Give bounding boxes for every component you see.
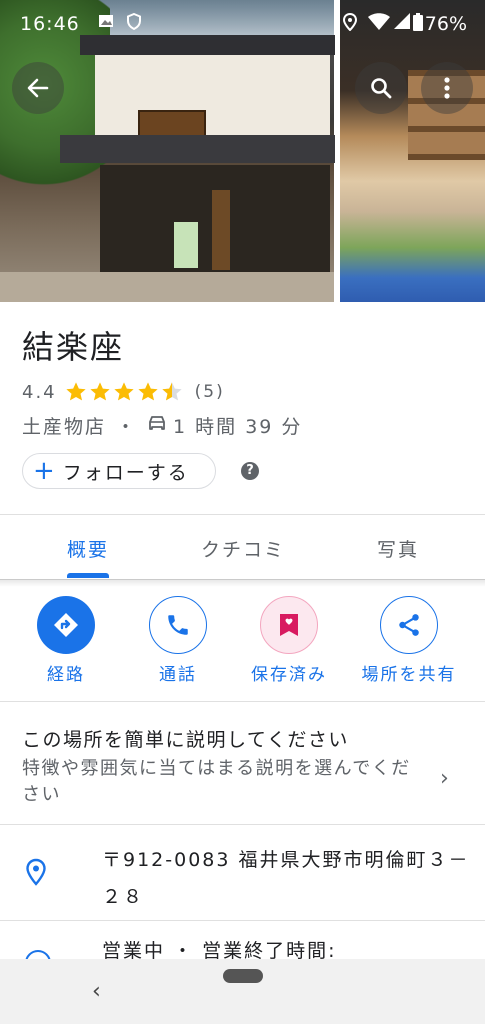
travel-time: 1 時間 39 分 [173,416,303,438]
divider [0,920,485,921]
description-subtitle: 特徴や雰囲気に当てはまる説明を選んでください [22,758,411,805]
rating-stars [65,381,185,403]
image-notification-icon [98,13,114,34]
search-icon [371,78,392,99]
share-label: 場所を共有 [361,665,457,685]
directions-icon [37,596,95,654]
location-pin-icon [26,858,46,886]
rating-value: 4.4 [22,381,57,403]
help-icon[interactable]: ? [241,462,259,480]
plus-icon: + [33,456,57,486]
star-half-icon [162,382,182,401]
nav-back-icon[interactable]: ‹ [92,979,101,1004]
description-title: この場所を簡単に説明してください [22,729,349,751]
arrow-left-icon [27,78,49,98]
star-icon [138,382,158,401]
more-vert-icon [444,77,450,99]
tab-bar: 概要 クチコミ 写真 [0,514,485,580]
back-button[interactable] [12,62,64,114]
tab-reviews[interactable]: クチコミ [201,535,285,562]
call-label: 通話 [159,665,197,685]
active-tab-indicator [67,573,109,578]
review-count[interactable]: (5) [195,382,225,402]
divider [0,701,485,702]
phone-icon [149,596,207,654]
more-options-button[interactable] [421,62,473,114]
divider [0,824,485,825]
signal-icon [394,13,410,34]
address-text: 〒912-0083 福井県大野市明倫町３－２８ [102,849,470,908]
status-time: 16:46 [20,13,80,35]
category-label: 土産物店 [22,416,107,438]
location-status-icon [342,12,358,36]
chevron-right-icon[interactable]: › [440,766,449,791]
car-icon [147,414,167,437]
search-button[interactable] [355,62,407,114]
share-icon [380,596,438,654]
saved-button[interactable]: 保存済み [239,596,339,685]
separator: ・ [116,416,138,438]
directions-label: 経路 [47,665,85,685]
tab-overview[interactable]: 概要 [67,535,109,562]
bookmark-icon [260,596,318,654]
address-row[interactable]: 〒912-0083 福井県大野市明倫町３－２８ [0,826,485,920]
tab-photos[interactable]: 写真 [377,535,419,562]
home-pill[interactable] [223,969,263,983]
rating-row[interactable]: 4.4 (5) [22,378,225,406]
star-icon [114,382,134,401]
shield-notification-icon [126,12,142,35]
place-title: 結楽座 [22,328,125,366]
battery-icon [413,13,423,36]
battery-percent: 76% [424,13,467,35]
call-button[interactable]: 通話 [128,596,228,685]
description-prompt[interactable]: この場所を簡単に説明してください 特徴や雰囲気に当てはまる説明を選んでください [22,725,422,808]
system-nav-bar: ‹ [0,959,485,1024]
wifi-icon [368,13,390,36]
star-icon [90,382,110,401]
directions-button[interactable]: 経路 [16,596,116,685]
share-button[interactable]: 場所を共有 [359,596,459,685]
status-bar: 16:46 76% [0,0,485,48]
follow-button[interactable]: + フォローする [22,453,216,489]
follow-label: フォローする [62,461,189,484]
star-icon [66,382,86,401]
saved-label: 保存済み [251,665,327,685]
category-row: 土産物店 ・ 1 時間 39 分 [22,412,302,439]
